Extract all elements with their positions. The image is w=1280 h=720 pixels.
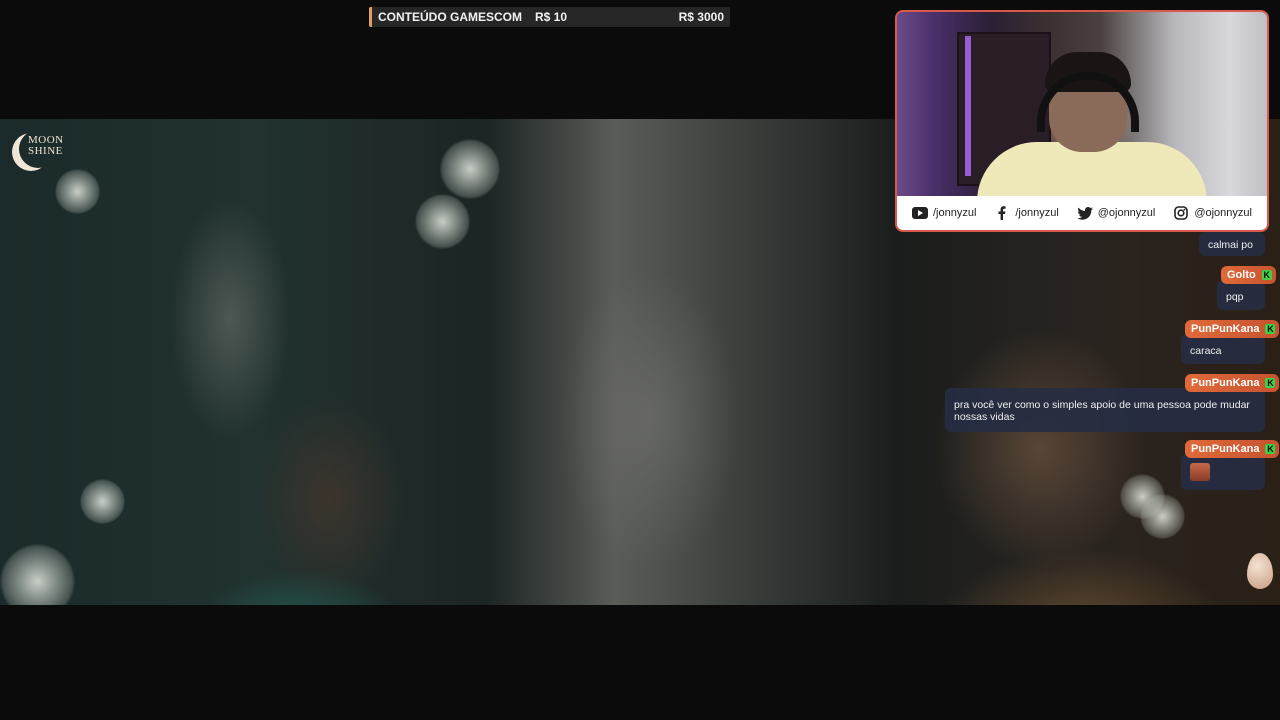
facebook-icon — [994, 206, 1010, 220]
subscriber-badge-icon: K — [1265, 378, 1276, 388]
social-twitter[interactable]: @ojonnyzul — [1077, 206, 1156, 220]
social-handle: /jonnyzul — [932, 207, 977, 219]
instagram-icon — [1173, 206, 1189, 220]
led-light — [965, 36, 971, 176]
bokeh-light — [440, 139, 500, 199]
chat-username[interactable]: PunPunKana K — [1185, 374, 1280, 392]
bokeh-light — [80, 479, 125, 524]
egg-icon — [1247, 553, 1273, 589]
chat-message-text: pqp — [1217, 280, 1265, 310]
webcam-frame: /jonnyzul /jonnyzul @ojonnyzul @ojonnyzu… — [895, 10, 1269, 232]
social-facebook[interactable]: /jonnyzul — [994, 206, 1059, 220]
social-instagram[interactable]: @ojonnyzul — [1173, 206, 1252, 220]
emote-icon — [1190, 463, 1210, 481]
subscriber-badge-icon: K — [1261, 270, 1272, 280]
social-handle: @ojonnyzul — [1194, 207, 1252, 219]
bokeh-light — [0, 544, 75, 605]
logo-text: MOON SHINE — [28, 134, 64, 157]
social-links-bar: /jonnyzul /jonnyzul @ojonnyzul @ojonnyzu… — [897, 196, 1267, 230]
chat-username[interactable]: PunPunKana K — [1185, 320, 1280, 338]
goal-title: CONTEÚDO GAMESCOM — [378, 10, 522, 24]
chat-username[interactable]: PunPunKana K — [1185, 440, 1280, 458]
bokeh-light — [1140, 494, 1185, 539]
moonshine-logo: MOON SHINE — [12, 129, 74, 179]
goal-bar: CONTEÚDO GAMESCOM R$ 10 R$ 3000 — [369, 7, 730, 27]
goal-current-amount: R$ 10 — [535, 10, 568, 24]
twitter-icon — [1077, 206, 1093, 220]
chat-username[interactable]: Golto K — [1221, 266, 1276, 284]
webcam-feed — [897, 12, 1267, 202]
chat-message-body — [1181, 454, 1265, 490]
bokeh-light — [415, 194, 470, 249]
social-youtube[interactable]: /jonnyzul — [911, 206, 977, 220]
social-handle: /jonnyzul — [1015, 207, 1059, 219]
goal-target-amount: R$ 3000 — [678, 10, 724, 24]
chat-message-text: pra você ver como o simples apoio de uma… — [945, 388, 1265, 432]
subscriber-badge-icon: K — [1265, 444, 1276, 454]
chat-message-text: calmai po — [1199, 232, 1265, 256]
subscriber-badge-icon: K — [1265, 324, 1276, 334]
youtube-icon — [911, 206, 928, 220]
chat-message-text: caraca — [1181, 334, 1265, 364]
social-handle: @ojonnyzul — [1097, 207, 1156, 219]
